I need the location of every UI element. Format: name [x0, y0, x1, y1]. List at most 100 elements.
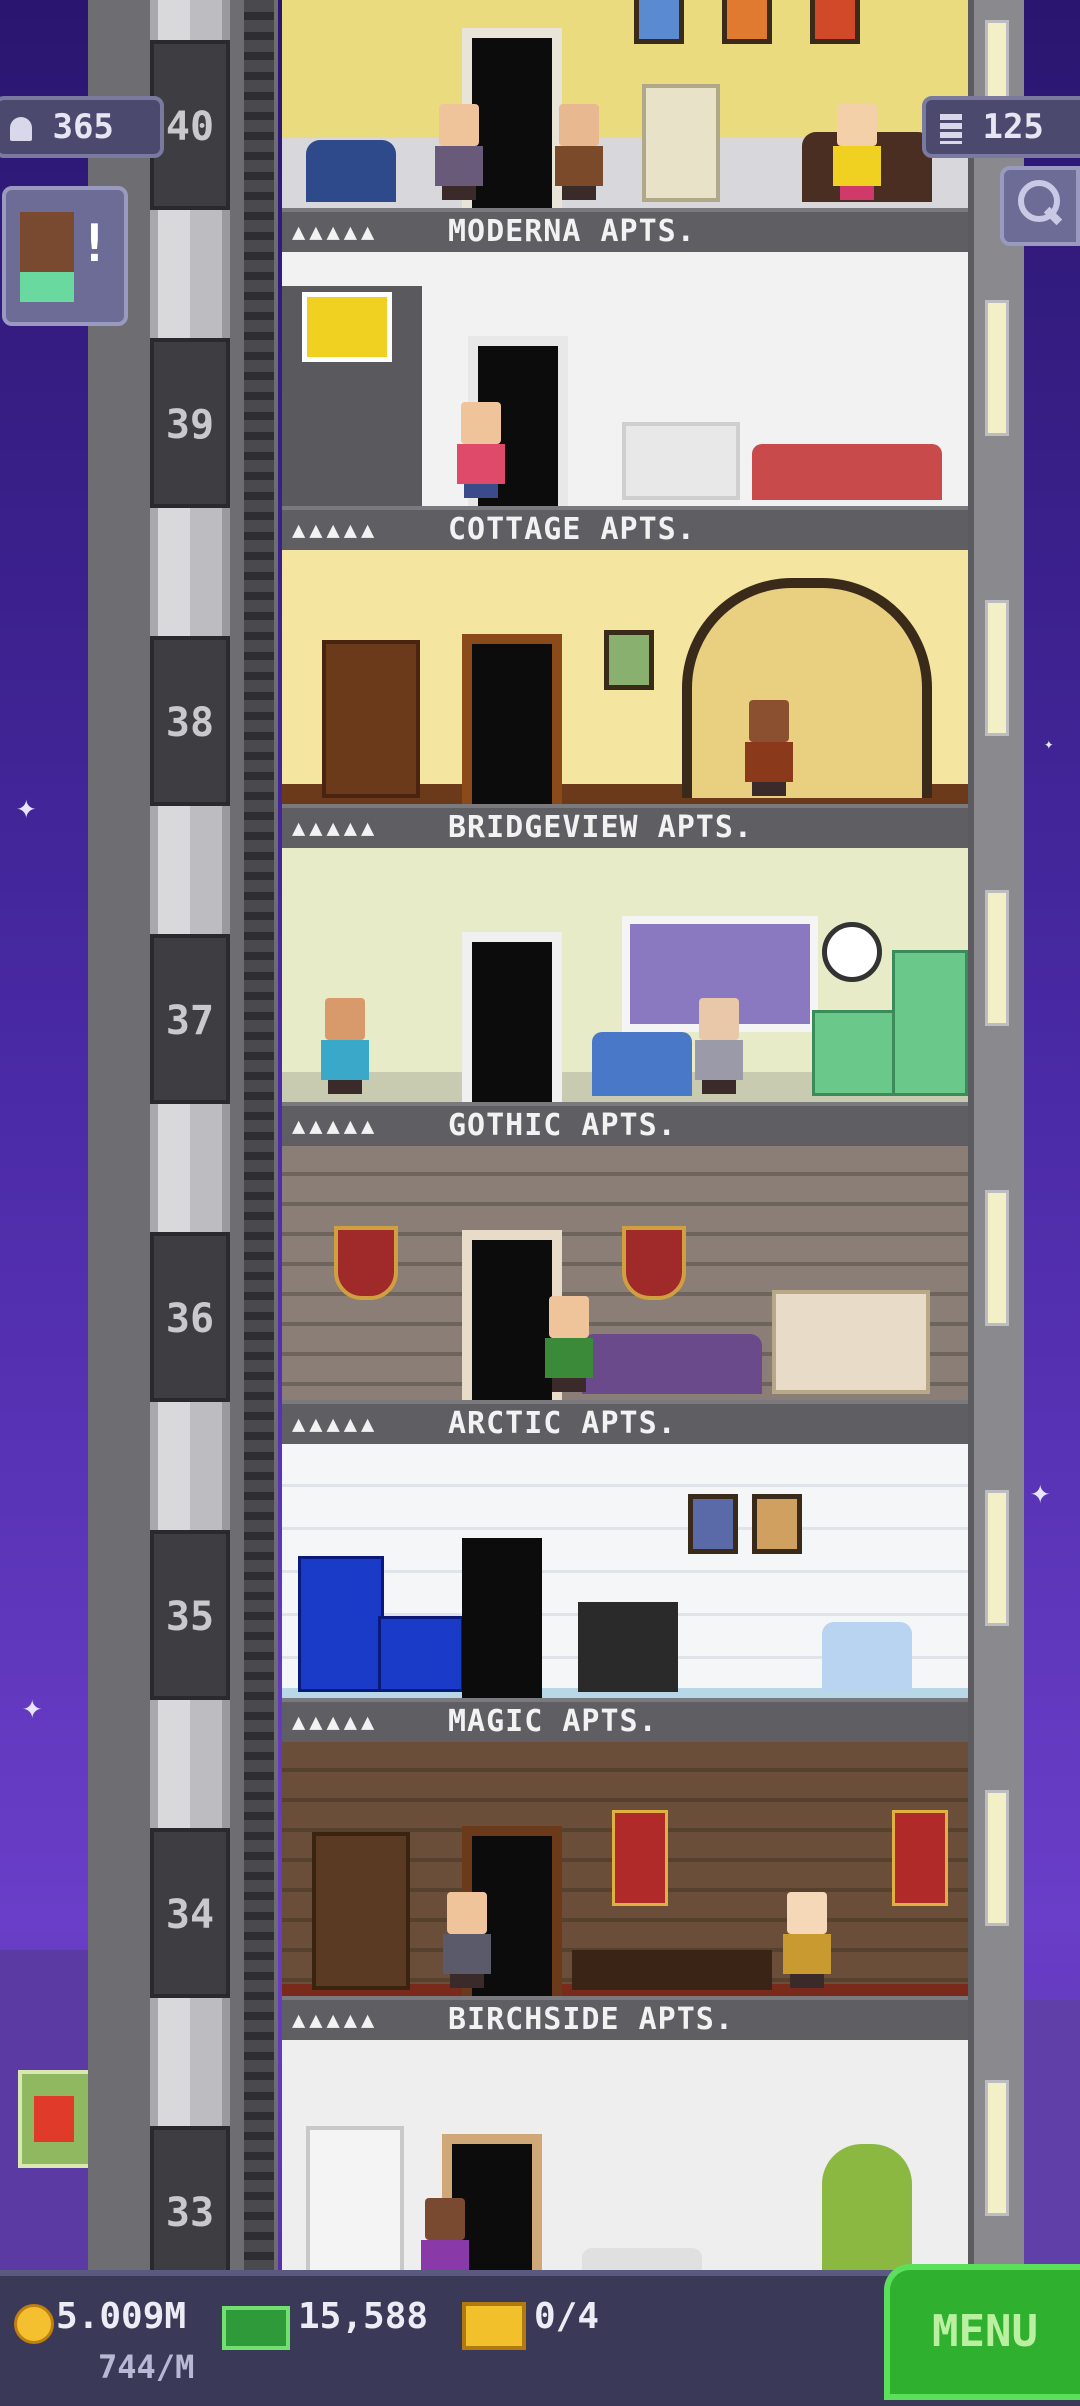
wall-banner	[892, 1810, 948, 1906]
wall-picture	[722, 0, 772, 44]
wall-picture	[604, 630, 654, 690]
sparkle-icon: ✦	[1044, 734, 1054, 753]
fridge	[892, 950, 968, 1096]
rating-stars: ▲▲▲▲▲	[292, 518, 379, 543]
floor-number: 36	[165, 1296, 215, 1342]
city-building-right	[1020, 2000, 1080, 2300]
floor-label-bar[interactable]: ▲▲▲▲▲ BRIDGEVIEW APTS.	[282, 804, 968, 848]
apartment-door	[462, 932, 562, 1102]
tower-window	[985, 1490, 1009, 1626]
chaise-sofa	[582, 1334, 762, 1394]
wall-picture	[634, 0, 684, 44]
tower-window	[985, 1790, 1009, 1926]
fries-billboard	[18, 2070, 92, 2168]
room-interior	[282, 252, 968, 506]
wall-picture	[810, 0, 860, 44]
floor-40[interactable]: ▲▲▲▲▲ MODERNA APTS.	[282, 0, 968, 252]
study-desk	[572, 1950, 772, 1990]
wall-clock	[822, 922, 882, 982]
sparkle-icon: ✦	[16, 787, 37, 827]
ticket-icon	[462, 2302, 526, 2350]
coins-value: 5.009M	[56, 2296, 187, 2337]
modern-art	[302, 292, 392, 362]
tower-window	[985, 890, 1009, 1026]
floor-number: 34	[165, 1892, 215, 1938]
city-building-left	[0, 1950, 92, 2280]
floor-label-bar[interactable]: ▲▲▲▲▲ MODERNA APTS.	[282, 208, 968, 252]
floor-label-bar[interactable]: ▲▲▲▲▲ GOTHIC APTS.	[282, 1102, 968, 1146]
room-interior	[282, 1742, 968, 1996]
fireplace	[622, 422, 740, 500]
floor-count-value: 125	[982, 107, 1044, 147]
visitor-alert-card[interactable]: !	[2, 186, 128, 326]
floor-number: 33	[165, 2190, 215, 2236]
fridge	[298, 1556, 384, 1692]
floor-name: COTTAGE APTS.	[448, 512, 696, 547]
floor-35[interactable]: ▲▲▲▲▲ MAGIC APTS.	[282, 1444, 968, 1742]
floor-38[interactable]: ▲▲▲▲▲ BRIDGEVIEW APTS.	[282, 550, 968, 848]
rating-stars: ▲▲▲▲▲	[292, 1412, 379, 1437]
bux-value: 15,588	[298, 2296, 429, 2337]
floor-number-panel[interactable]: 37	[150, 934, 230, 1104]
floor-name: GOTHIC APTS.	[448, 1108, 677, 1143]
heraldic-shield	[334, 1226, 398, 1300]
floor-name: ARCTIC APTS.	[448, 1406, 677, 1441]
room-interior	[282, 848, 968, 1102]
rating-stars: ▲▲▲▲▲	[292, 2008, 379, 2033]
floor-name: BRIDGEVIEW APTS.	[448, 810, 753, 845]
floor-36[interactable]: ▲▲▲▲▲ ARCTIC APTS.	[282, 1146, 968, 1444]
floor-label-bar[interactable]: ▲▲▲▲▲ COTTAGE APTS.	[282, 506, 968, 550]
floor-39[interactable]: ▲▲▲▲▲ COTTAGE APTS.	[282, 252, 968, 550]
tower-bux-icon	[222, 2306, 290, 2350]
floor-label-bar[interactable]: ▲▲▲▲▲ MAGIC APTS.	[282, 1698, 968, 1742]
floor-number-panel[interactable]: 36	[150, 1232, 230, 1402]
floor-34[interactable]: ▲▲▲▲▲ BIRCHSIDE APTS.	[282, 1742, 968, 2040]
sparkle-icon: ✦	[1030, 1472, 1051, 1512]
visitor-portrait	[20, 212, 74, 272]
person-icon	[10, 116, 32, 141]
search-button[interactable]	[1000, 166, 1080, 246]
floor-name: BIRCHSIDE APTS.	[448, 2002, 734, 2037]
wall-banner	[612, 1810, 668, 1906]
stove	[378, 1616, 464, 1692]
tv-stand	[578, 1602, 678, 1692]
tower-window	[985, 2080, 1009, 2216]
stove	[812, 1010, 898, 1096]
rating-stars: ▲▲▲▲▲	[292, 816, 379, 841]
floor-label-bar[interactable]: ▲▲▲▲▲ ARCTIC APTS.	[282, 1400, 968, 1444]
building-icon	[940, 113, 962, 144]
room-interior	[282, 1146, 968, 1400]
floor-label-bar[interactable]: ▲▲▲▲▲ BIRCHSIDE APTS.	[282, 1996, 968, 2040]
wall-picture	[752, 1494, 802, 1554]
floor-counter[interactable]: 125	[922, 96, 1080, 158]
population-counter[interactable]: 365	[0, 96, 164, 158]
arcade-cabinet	[642, 84, 720, 202]
floor-number: 38	[165, 700, 215, 746]
floor-name: MODERNA APTS.	[448, 214, 696, 249]
room-interior	[282, 2040, 968, 2294]
population-value: 365	[52, 107, 114, 147]
tower-window	[985, 1190, 1009, 1326]
rating-stars: ▲▲▲▲▲	[292, 1710, 379, 1735]
floor-number: 35	[165, 1594, 215, 1640]
alert-mark: !	[78, 214, 110, 274]
elevator-rail	[244, 0, 274, 2270]
menu-button[interactable]: MENU	[884, 2264, 1080, 2400]
armchair	[592, 1032, 692, 1096]
armchair	[306, 140, 396, 202]
floor-number-panel[interactable]: 38	[150, 636, 230, 806]
cabinet	[306, 2126, 404, 2294]
floor-number-panel[interactable]: 34	[150, 1828, 230, 1998]
heraldic-shield	[622, 1226, 686, 1300]
apartment-door	[462, 634, 562, 804]
floor-number: 40	[165, 104, 215, 150]
floor-number-panel[interactable]: 39	[150, 338, 230, 508]
room-interior	[282, 550, 968, 804]
rating-stars: ▲▲▲▲▲	[292, 220, 379, 245]
floor-37[interactable]: ▲▲▲▲▲ GOTHIC APTS.	[282, 848, 968, 1146]
room-interior	[282, 0, 968, 208]
room-interior	[282, 1444, 968, 1698]
floor-number-panel[interactable]: 35	[150, 1530, 230, 1700]
sofa	[752, 444, 942, 500]
rating-stars: ▲▲▲▲▲	[292, 1114, 379, 1139]
